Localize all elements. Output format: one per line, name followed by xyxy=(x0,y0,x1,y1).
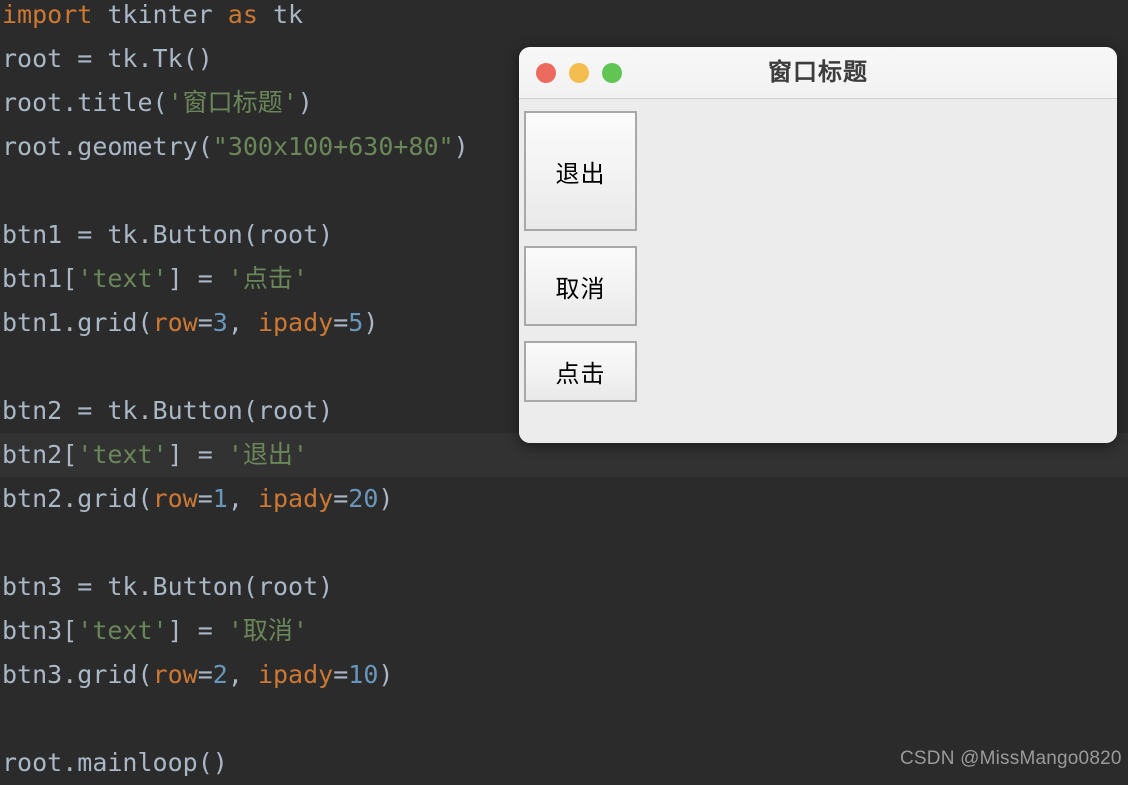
code-line-text: btn2.grid(row=1, ipady=20) xyxy=(2,484,394,513)
code-line-text: btn3 = tk.Button(root) xyxy=(2,572,334,601)
window-content-area: 退出 取消 点击 xyxy=(519,99,1117,443)
code-line-text: btn1 = tk.Button(root) xyxy=(2,220,334,249)
code-line-text: root = tk.Tk() xyxy=(2,44,213,73)
code-line[interactable]: btn2.grid(row=1, ipady=20) xyxy=(0,477,1128,521)
csdn-watermark: CSDN @MissMango0820 xyxy=(900,748,1122,769)
window-titlebar[interactable]: 窗口标题 xyxy=(519,47,1117,99)
code-line-text: root.geometry("300x100+630+80") xyxy=(2,132,469,161)
code-line[interactable] xyxy=(0,521,1128,565)
code-line[interactable]: import tkinter as tk xyxy=(0,0,1128,37)
code-line-text: btn2['text'] = '退出' xyxy=(2,440,308,469)
click-button[interactable]: 点击 xyxy=(524,341,637,402)
code-line-text: btn3.grid(row=2, ipady=10) xyxy=(2,660,394,689)
code-line[interactable]: btn3 = tk.Button(root) xyxy=(0,565,1128,609)
window-title: 窗口标题 xyxy=(768,58,868,86)
code-line-text: root.mainloop() xyxy=(2,748,228,777)
code-line[interactable] xyxy=(0,697,1128,741)
code-line-text: root.title('窗口标题') xyxy=(2,88,313,117)
code-line-text: btn1['text'] = '点击' xyxy=(2,264,308,293)
code-line-text: btn3['text'] = '取消' xyxy=(2,616,308,645)
exit-button[interactable]: 退出 xyxy=(524,111,637,231)
cancel-button[interactable]: 取消 xyxy=(524,246,637,326)
code-line[interactable]: btn3.grid(row=2, ipady=10) xyxy=(0,653,1128,697)
code-line-text: import tkinter as tk xyxy=(2,0,304,29)
code-line[interactable]: btn3['text'] = '取消' xyxy=(0,609,1128,653)
code-line-text: btn1.grid(row=3, ipady=5) xyxy=(2,308,379,337)
tkinter-window[interactable]: 窗口标题 退出 取消 点击 xyxy=(519,47,1117,443)
code-line-text: btn2 = tk.Button(root) xyxy=(2,396,334,425)
